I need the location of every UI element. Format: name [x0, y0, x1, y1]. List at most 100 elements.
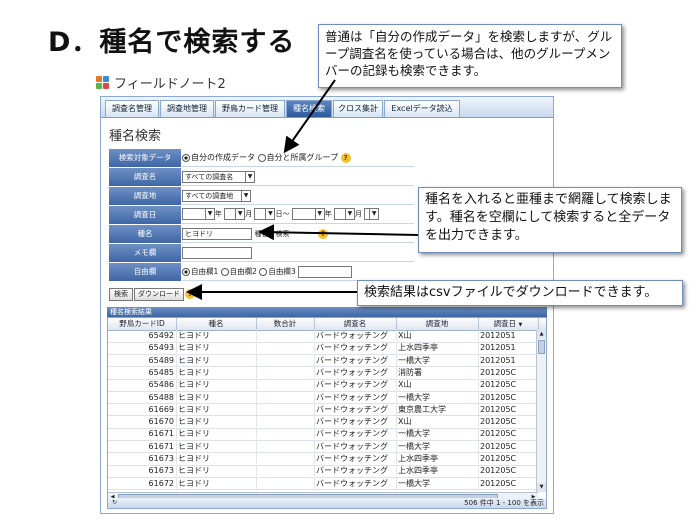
table-cell: 201205C — [478, 428, 539, 440]
tab-survey-manage[interactable]: 調査名管理 — [105, 100, 159, 117]
table-cell: 2012051 — [478, 330, 539, 341]
table-cell: バードウォッチング — [314, 330, 397, 341]
table-cell: 201205C — [478, 477, 539, 489]
free1-radio[interactable] — [182, 268, 190, 276]
date-from-day-select[interactable]: ▼ — [254, 208, 276, 220]
table-cell: ヒヨドリ — [176, 366, 257, 378]
app-logo-icon — [96, 75, 110, 90]
col-survey[interactable]: 調査名 — [314, 318, 397, 330]
chevron-down-icon: ▼ — [344, 209, 354, 219]
paging-status: 506 件中 1 - 100 を表示 — [464, 499, 544, 507]
search-button[interactable]: 検索 — [109, 288, 133, 301]
table-row[interactable]: 61671 ヒヨドリ バードウォッチング 一橋大学 201205C — [108, 440, 539, 454]
col-species[interactable]: 種名 — [176, 318, 257, 330]
free-input[interactable] — [298, 266, 353, 278]
site-select[interactable]: すべての調査地 ▼ — [182, 189, 251, 202]
download-button[interactable]: ダウンロード — [134, 288, 184, 301]
species-input[interactable]: ヒヨドリ — [182, 227, 252, 240]
chevron-down-icon: ▼ — [314, 209, 324, 219]
row-survey: 調査名 すべての調査名 ▼ — [109, 168, 414, 187]
target-own-radio[interactable] — [182, 153, 190, 162]
table-cell: 65489 — [108, 354, 177, 366]
table-cell: ヒヨドリ — [176, 391, 257, 403]
callout-csv-download: 検索結果はcsvファイルでダウンロードできます。 — [357, 280, 683, 306]
table-cell: 一橋大学 — [396, 354, 479, 366]
scroll-down-icon[interactable]: ▼ — [537, 483, 546, 492]
table-cell — [256, 416, 315, 428]
date-label: 調査日 — [109, 206, 181, 225]
table-cell: バードウォッチング — [314, 379, 397, 391]
table-cell: 61673 — [108, 453, 177, 464]
table-row[interactable]: 65492 ヒヨドリ バードウォッチング X山 2012051 — [108, 330, 539, 343]
free3-radio[interactable] — [259, 268, 268, 276]
survey-select[interactable]: すべての調査名 ▼ — [182, 170, 255, 183]
table-cell: 61672 — [108, 477, 177, 489]
table-cell: バードウォッチング — [314, 477, 397, 489]
table-cell: 2012051 — [478, 354, 539, 366]
table-row[interactable]: 61672 ヒヨドリ バードウォッチング 一橋大学 201205C — [108, 477, 539, 491]
table-cell: 65488 — [108, 391, 177, 403]
table-cell: 61670 — [108, 416, 177, 428]
table-cell: 65493 — [108, 342, 177, 354]
date-from-month-select[interactable]: ▼ — [224, 208, 246, 220]
target-group-radio[interactable] — [257, 153, 266, 162]
free2-radio[interactable] — [220, 268, 229, 276]
help-icon[interactable]: ? — [340, 152, 351, 163]
table-cell: バードウォッチング — [314, 391, 397, 403]
table-cell: バードウォッチング — [314, 465, 397, 477]
scroll-up-icon[interactable]: ▲ — [537, 330, 546, 339]
table-cell — [256, 366, 315, 378]
vertical-scrollbar[interactable]: ▲ ▼ — [536, 330, 546, 492]
table-cell: ヒヨドリ — [176, 416, 257, 428]
table-cell: バードウォッチング — [314, 342, 397, 354]
table-cell: ヒヨドリ — [176, 403, 257, 415]
help-icon[interactable]: ? — [185, 289, 195, 299]
table-row[interactable]: 65489 ヒヨドリ バードウォッチング 一橋大学 2012051 — [108, 354, 539, 368]
callout-species-search: 種名を入れると亜種まで網羅して検索します。種名を空欄にして検索すると全データを出… — [418, 187, 682, 253]
callout-group-search: 普通は「自分の作成データ」を検索しますが、グループ調査名を使っている場合は、他の… — [318, 24, 622, 88]
table-cell: 201205C — [478, 465, 539, 477]
refresh-icon[interactable]: ↻ — [112, 498, 117, 508]
memo-input[interactable] — [182, 246, 252, 259]
tab-site-manage[interactable]: 調査地管理 — [160, 100, 214, 117]
table-cell: バードウォッチング — [314, 354, 397, 366]
table-cell: 上水四季亭 — [396, 342, 479, 354]
table-cell — [256, 342, 315, 354]
scroll-thumb[interactable] — [538, 340, 545, 354]
site-select-value: すべての調査地 — [185, 191, 234, 200]
date-from-year-select[interactable]: ▼ — [182, 208, 215, 220]
table-row[interactable]: 61669 ヒヨドリ バードウォッチング 東京農工大学 201205C — [108, 403, 539, 417]
help-icon[interactable]: ? — [318, 228, 329, 239]
table-cell: 201205C — [478, 403, 539, 415]
chevron-down-icon: ▼ — [245, 171, 254, 182]
tab-species-search[interactable]: 種名検索 — [286, 100, 332, 117]
table-cell — [256, 391, 315, 403]
table-row[interactable]: 65493 ヒヨドリ バードウォッチング 上水四季亭 2012051 — [108, 342, 539, 355]
tab-bird-card-manage[interactable]: 野鳥カード管理 — [215, 100, 285, 117]
table-row[interactable]: 61673 ヒヨドリ バードウォッチング 上水四季亭 201205C — [108, 465, 539, 478]
date-to-day-select[interactable]: ▼ — [364, 208, 380, 220]
table-cell: 61671 — [108, 440, 177, 452]
date-to-year-select[interactable]: ▼ — [291, 208, 325, 220]
table-row[interactable]: 65485 ヒヨドリ バードウォッチング 消防署 201205C — [108, 366, 539, 380]
table-row[interactable]: 65488 ヒヨドリ バードウォッチング 一橋大学 201205C — [108, 391, 539, 405]
table-row[interactable]: 61673 ヒヨドリ バードウォッチング 上水四季亭 201205C — [108, 453, 539, 466]
col-date[interactable]: 調査日 ▼ — [478, 318, 539, 330]
table-cell: 65486 — [108, 379, 177, 391]
table-row[interactable]: 61670 ヒヨドリ バードウォッチング X山 201205C — [108, 416, 539, 429]
col-card-id[interactable]: 野鳥カードID — [108, 318, 177, 330]
col-count[interactable]: 数合計 — [256, 318, 315, 330]
table-cell — [256, 440, 315, 452]
survey-select-value: すべての調査名 — [185, 172, 234, 181]
col-site[interactable]: 調査地 — [396, 318, 479, 330]
table-row[interactable]: 65486 ヒヨドリ バードウォッチング X山 201205C — [108, 379, 539, 392]
tab-excel-import[interactable]: Excelデータ読込 — [384, 100, 460, 117]
date-to-month-select[interactable]: ▼ — [333, 208, 355, 220]
table-cell — [256, 330, 315, 341]
tab-cross-tab[interactable]: クロス集計 — [333, 100, 383, 117]
table-row[interactable]: 61671 ヒヨドリ バードウォッチング 一橋大学 201205C — [108, 428, 539, 442]
date-day-unit: 日〜 — [275, 210, 290, 218]
table-cell — [256, 453, 315, 464]
table-cell: 65485 — [108, 366, 177, 378]
results-grid: 野鳥カードID 種名 数合計 調査名 調査地 調査日 ▼ 65492 ヒヨドリ バー… — [107, 317, 547, 509]
